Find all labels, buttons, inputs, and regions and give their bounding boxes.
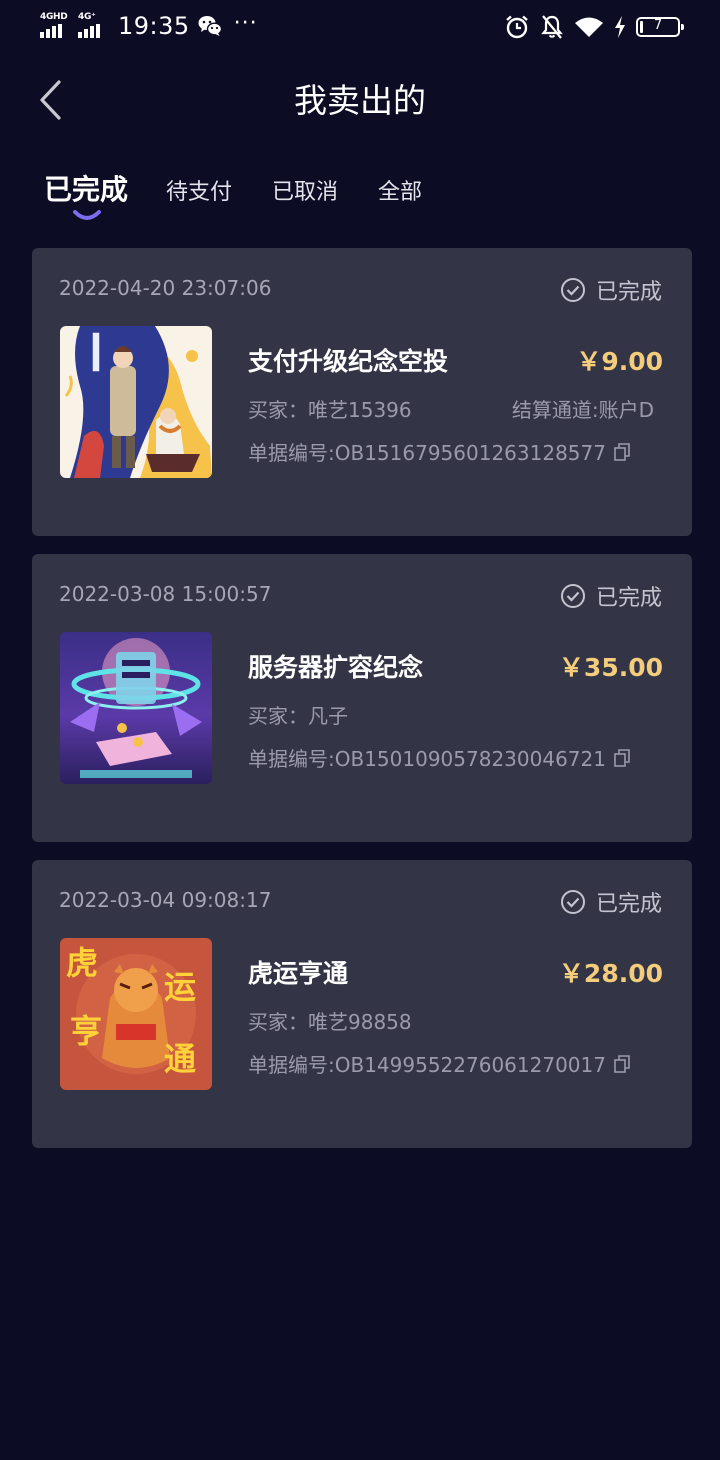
nft-artwork-thumbnail[interactable]: 虎 运 亨 通 [60, 938, 212, 1090]
tab-all[interactable]: 全部 [378, 174, 422, 206]
copy-icon[interactable] [614, 1054, 630, 1073]
page-title: 我卖出的 [294, 81, 426, 120]
copy-icon[interactable] [614, 442, 630, 461]
signal-2: 4G⁺ [78, 12, 112, 40]
nft-artwork-thumbnail[interactable] [60, 326, 212, 478]
mute-icon [541, 15, 563, 39]
order-price: ￥28.00 [558, 959, 663, 988]
order-status-label: 已完成 [595, 586, 662, 611]
more-notifications-icon: ··· [233, 10, 258, 36]
status-left: 4GHD 4G⁺ 19:35 ··· [40, 10, 258, 40]
nft-name: 服务器扩容纪念 [248, 653, 424, 682]
order-date: 2022-04-20 23:07:06 [59, 276, 272, 300]
nft-name: 支付升级纪念空投 [248, 347, 449, 376]
order-date: 2022-03-04 09:08:17 [59, 888, 272, 912]
charging-icon [615, 16, 625, 38]
order-number-text: 单据编号:OB1499552276061270017 [248, 1053, 606, 1077]
status-right: 7 [504, 14, 684, 40]
order-number: 单据编号:OB1501090578230046721 [248, 743, 630, 772]
order-card[interactable]: 2022-03-04 09:08:17 已完成 虎 运 亨 通 虎运亨通 ￥28… [32, 860, 692, 1148]
nft-name: 虎运亨通 [248, 959, 349, 988]
check-circle-icon [560, 278, 585, 302]
tab-completed[interactable]: 已完成 [44, 168, 128, 208]
buyer-name: 买家：唯艺15396 [248, 398, 412, 422]
clock: 19:35 [118, 12, 190, 40]
active-tab-indicator [73, 210, 101, 220]
order-status: 已完成 [560, 886, 662, 918]
check-circle-icon [560, 584, 585, 608]
battery-level: 7 [653, 18, 663, 33]
order-status-label: 已完成 [595, 892, 662, 917]
battery-icon: 7 [636, 17, 684, 37]
order-number-text: 单据编号:OB1501090578230046721 [248, 747, 606, 771]
artwork-char-2: 运 [164, 968, 196, 1006]
tab-cancelled[interactable]: 已取消 [272, 174, 338, 206]
wifi-icon [575, 17, 603, 37]
artwork-char-4: 通 [164, 1040, 196, 1078]
order-card[interactable]: 2022-03-08 15:00:57 已完成 服务器扩容纪念 ￥35.00 买… [32, 554, 692, 842]
artwork-char-3: 亨 [70, 1012, 102, 1050]
tab-bar: 已完成 待支付 已取消 全部 [44, 168, 462, 208]
tab-pending-payment[interactable]: 待支付 [166, 174, 232, 206]
order-number: 单据编号:OB1516795601263128577 [248, 437, 630, 466]
order-status: 已完成 [560, 274, 662, 306]
order-date: 2022-03-08 15:00:57 [59, 582, 272, 606]
order-status: 已完成 [560, 580, 662, 612]
buyer-name: 买家：凡子 [248, 704, 348, 728]
copy-icon[interactable] [614, 748, 630, 767]
check-circle-icon [560, 890, 585, 914]
nft-artwork-thumbnail[interactable] [60, 632, 212, 784]
order-card[interactable]: 2022-04-20 23:07:06 已完成 支付升级纪念空投 ￥9.00 买… [32, 248, 692, 536]
wechat-icon [198, 16, 222, 36]
order-number: 单据编号:OB1499552276061270017 [248, 1049, 630, 1078]
artwork-char-1: 虎 [66, 944, 98, 982]
network-label-1: 4GHD [40, 12, 68, 22]
status-bar: 4GHD 4G⁺ 19:35 ··· 7 [0, 0, 720, 56]
signal-bars-icon [78, 24, 100, 38]
order-number-text: 单据编号:OB1516795601263128577 [248, 441, 606, 465]
order-price: ￥9.00 [576, 347, 663, 376]
signal-bars-icon [40, 24, 62, 38]
alarm-icon [506, 15, 528, 39]
network-label-2: 4G⁺ [78, 12, 96, 22]
signal-1: 4GHD [40, 12, 74, 40]
settlement-channel: 结算通道:账户D [511, 398, 654, 422]
buyer-name: 买家：唯艺98858 [248, 1010, 412, 1034]
order-price: ￥35.00 [558, 653, 663, 682]
order-status-label: 已完成 [595, 280, 662, 305]
